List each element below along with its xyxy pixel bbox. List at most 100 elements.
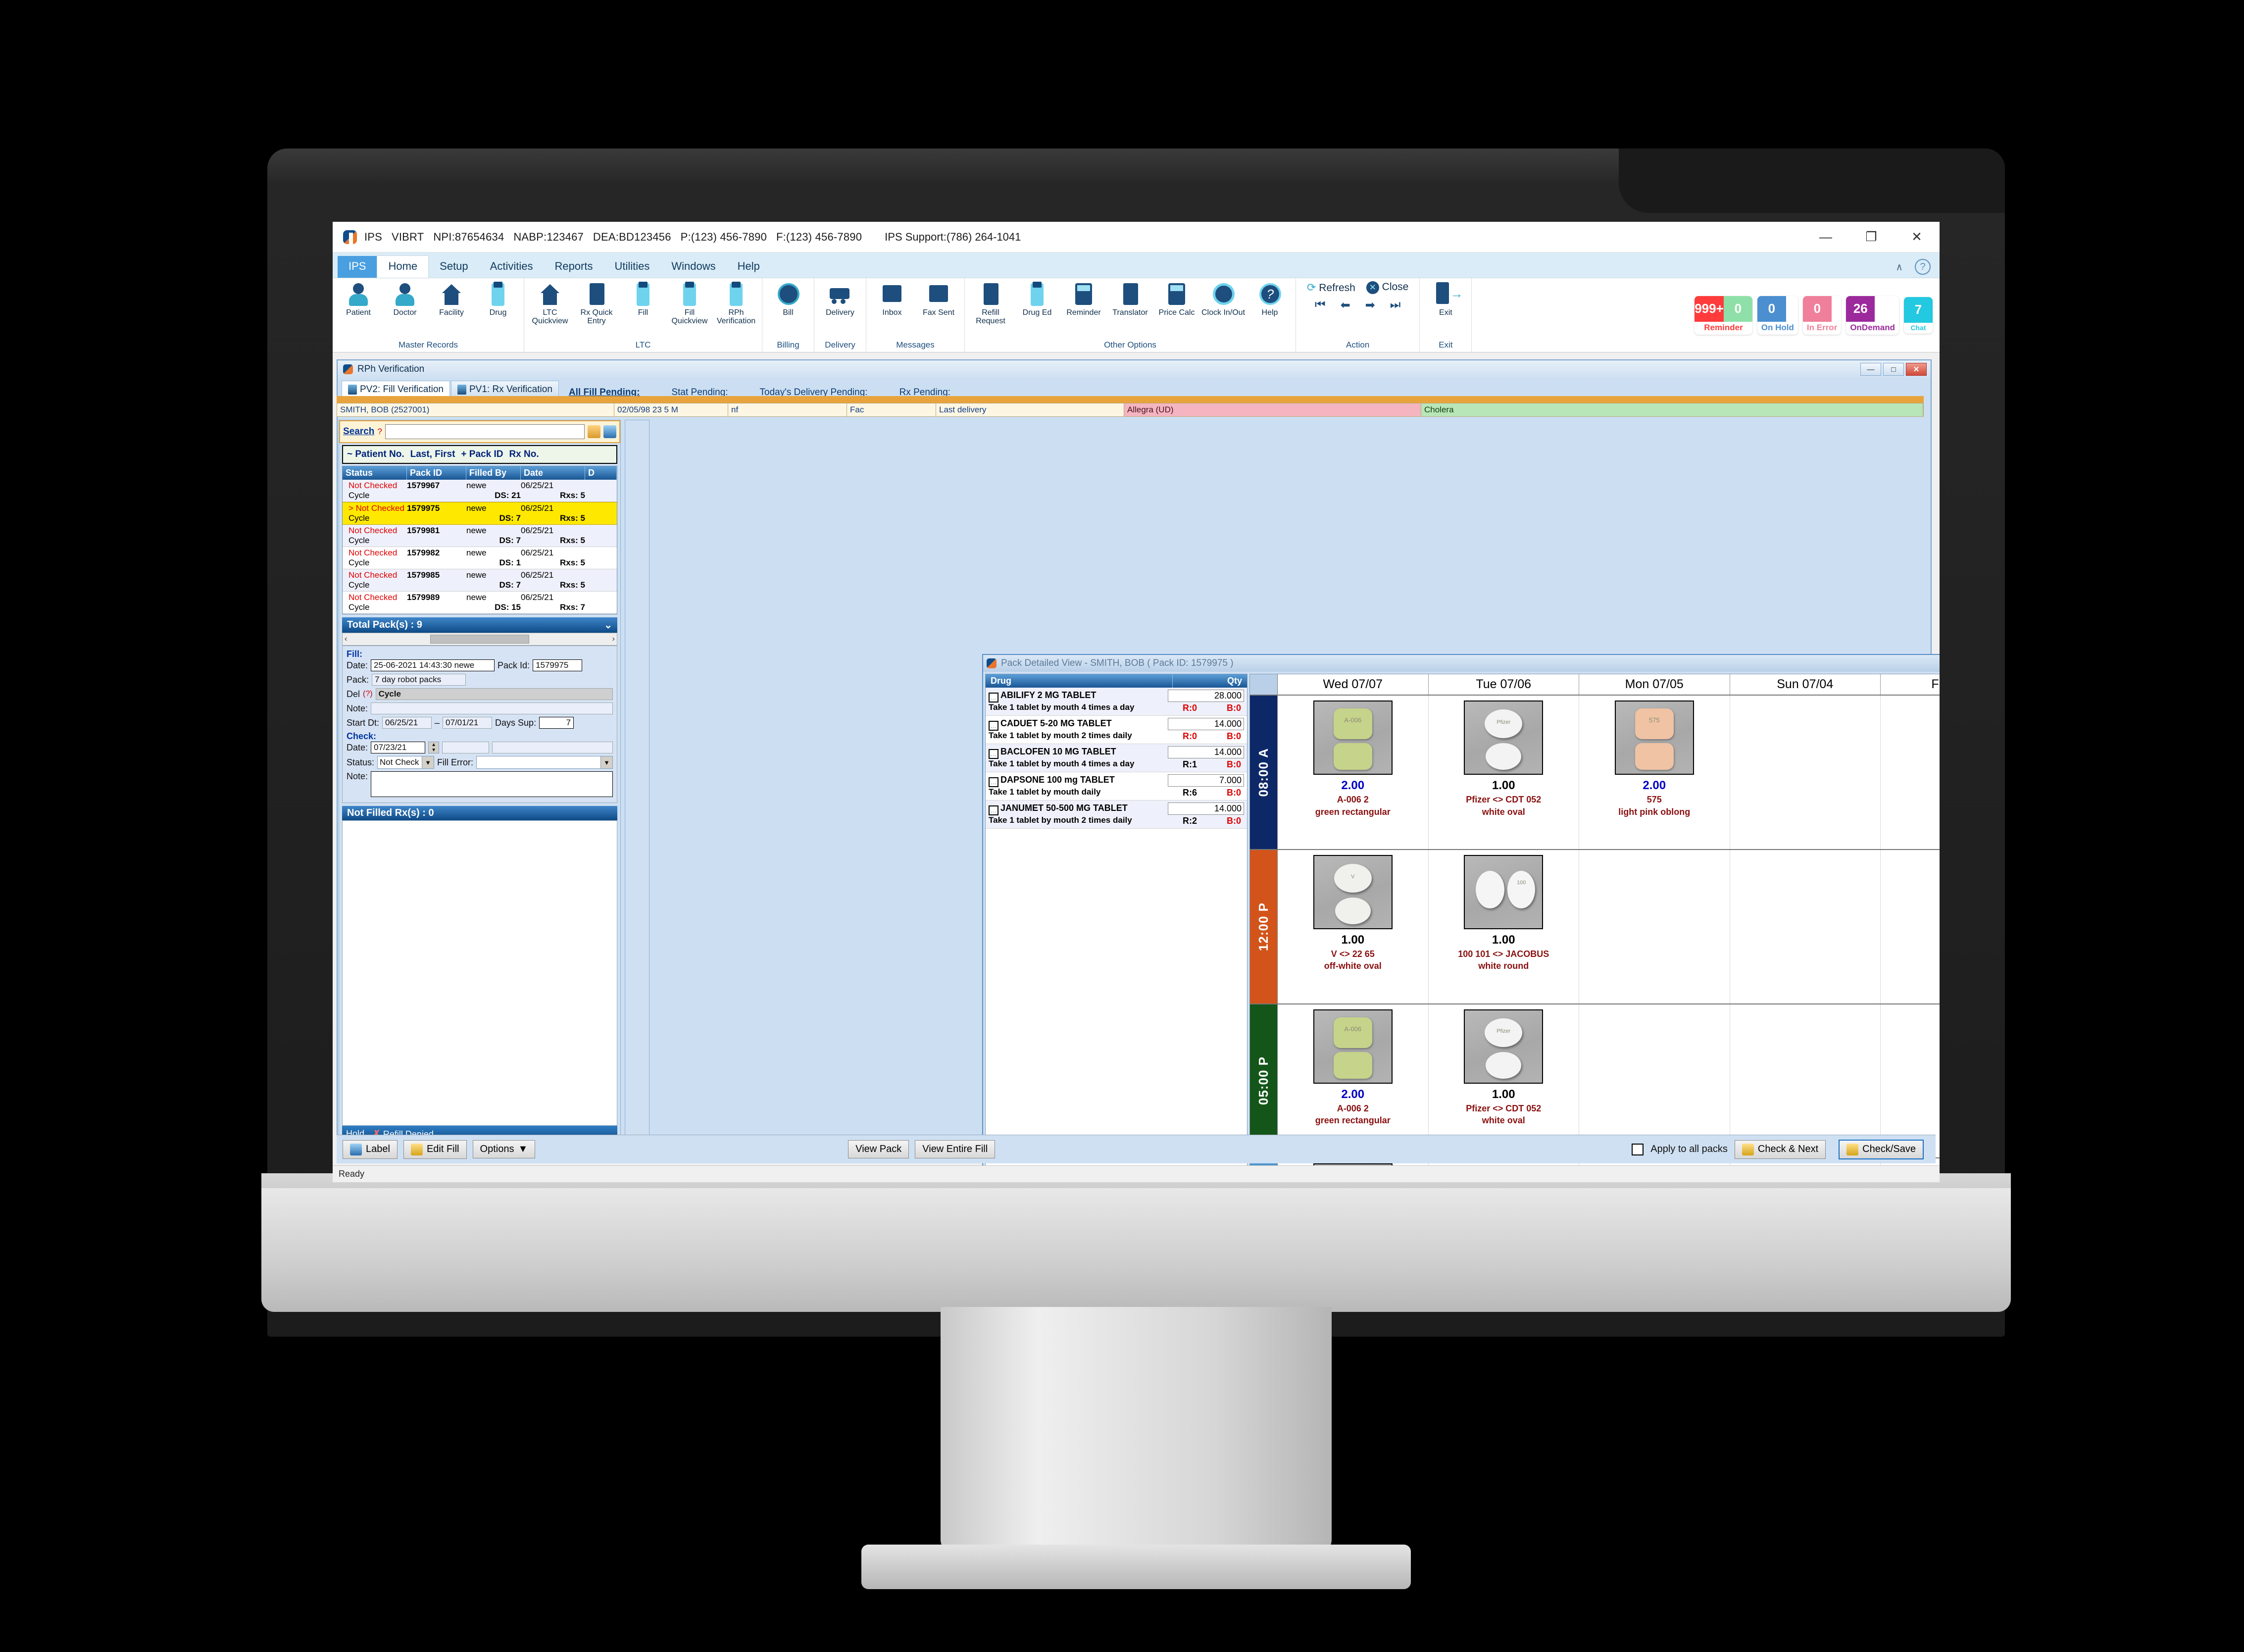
ribbon-help-icon[interactable]: ? (1915, 259, 1931, 275)
drug-checkbox[interactable]: … (989, 805, 998, 815)
drug-list-item[interactable]: … BACLOFEN 10 MG TABLET Take 1 tablet by m… (986, 744, 1247, 772)
col-status[interactable]: Status (343, 466, 407, 480)
check-date-value[interactable]: 07/23/21 (371, 742, 426, 753)
table-row[interactable]: > Not Checked 1579975 newe 06/25/21 Cycle DS:… (343, 502, 617, 525)
nav-last-button[interactable]: ⏭ (1390, 298, 1401, 312)
fill-note-value[interactable] (371, 702, 613, 714)
counter-chat[interactable]: 7 Chat (1904, 297, 1933, 334)
drug-list-item[interactable]: … DAPSONE 100 mg TABLET Take 1 tablet by m… (986, 772, 1247, 801)
drug-checkbox[interactable]: … (989, 721, 998, 731)
drug-checkbox[interactable]: … (989, 777, 998, 787)
ribbon-button-patient[interactable]: Patient (336, 281, 381, 317)
ribbon-button-price-calc[interactable]: Price Calc (1154, 281, 1199, 317)
ribbon-button-exit[interactable]: Exit (1423, 281, 1468, 317)
drug-checkbox[interactable]: … (989, 749, 998, 759)
label-button[interactable]: Label (343, 1140, 398, 1159)
ribbon-button-facility[interactable]: Facility (429, 281, 474, 317)
tab-pv1-rx-verification[interactable]: PV1: Rx Verification (450, 381, 559, 398)
ribbon-button-ltc-quickview[interactable]: LTC Quickview (527, 281, 573, 326)
check-save-button[interactable]: Check/Save (1839, 1139, 1924, 1159)
drug-list-item[interactable]: … ABILIFY 2 MG TABLET Take 1 tablet by mou… (986, 688, 1247, 716)
col-date[interactable]: Date (521, 466, 585, 480)
scroll-thumb[interactable] (430, 635, 529, 644)
drug-qty[interactable]: 7.000 (1168, 774, 1244, 787)
nav-first-button[interactable]: ⏮ (1315, 298, 1326, 312)
rph-close-button[interactable]: ✕ (1906, 363, 1927, 376)
view-entire-fill-button[interactable]: View Entire Fill (915, 1140, 996, 1158)
menu-tab-windows[interactable]: Windows (660, 256, 726, 278)
drug-checkbox[interactable]: … (989, 693, 998, 702)
schedule-cell[interactable]: 575 2.00 575 light pink oblong (1579, 696, 1730, 849)
ribbon-button-translator[interactable]: Translator (1107, 281, 1153, 317)
menu-tab-activities[interactable]: Activities (479, 256, 544, 278)
nav-next-button[interactable]: ➡ (1365, 298, 1375, 312)
ribbon-button-drug-ed[interactable]: Drug Ed (1014, 281, 1060, 317)
ribbon-button-rph-verification[interactable]: RPh Verification (713, 281, 759, 326)
ribbon-button-drug[interactable]: Drug (475, 281, 521, 317)
rph-maximize-button[interactable]: □ (1883, 363, 1904, 376)
window-close-button[interactable]: ✕ (1894, 222, 1940, 252)
tab-pv2-fill-verification[interactable]: PV2: Fill Verification (342, 381, 450, 398)
collapse-chevron-icon[interactable]: ⌄ (604, 619, 612, 631)
menu-tab-help[interactable]: Help (727, 256, 771, 278)
ribbon-button-fax-sent[interactable]: Fax Sent (916, 281, 961, 317)
ribbon-button-doctor[interactable]: Doctor (382, 281, 428, 317)
table-row[interactable]: Not Checked 1579985 newe 06/25/21 Cycle DS: 7… (343, 569, 617, 592)
menu-tab-ips[interactable]: IPS (338, 256, 377, 278)
ribbon-collapse-icon[interactable]: ∧ (1895, 261, 1903, 273)
schedule-cell[interactable]: Pfizer 1.00 Pfizer <> CDT 052 white oval (1429, 696, 1579, 849)
schedule-cell[interactable]: V 1.00 V <> 22 65 off-white oval (1278, 850, 1429, 1003)
table-row[interactable]: Not Checked 1579981 newe 06/25/21 Cycle DS: 7… (343, 525, 617, 547)
table-row[interactable]: Not Checked 1579982 newe 06/25/21 Cycle DS: 1… (343, 547, 617, 569)
sort-option-pack-id[interactable]: + Pack ID (461, 449, 503, 460)
ribbon-button-help[interactable]: ? Help (1247, 281, 1293, 317)
collapsed-rx-panel[interactable] (625, 420, 649, 1146)
check-note-value[interactable] (371, 771, 613, 797)
nav-prev-button[interactable]: ⬅ (1341, 298, 1350, 312)
check-and-next-button[interactable]: Check & Next (1734, 1140, 1826, 1159)
schedule-cell[interactable]: A-006 2.00 A-006 2 green rectangular (1278, 696, 1429, 849)
drug-qty[interactable]: 14.000 (1168, 802, 1244, 815)
sort-option-last-first[interactable]: Last, First (410, 449, 455, 460)
view-pack-button[interactable]: View Pack (848, 1140, 909, 1158)
counter-ondemand[interactable]: 26 OnDemand (1846, 296, 1899, 335)
apply-to-all-packs-checkbox[interactable] (1632, 1143, 1644, 1155)
edit-fill-button[interactable]: Edit Fill (403, 1140, 467, 1159)
rx-lookup-icon[interactable] (603, 425, 616, 438)
options-button[interactable]: Options ▼ (472, 1140, 536, 1158)
rph-minimize-button[interactable]: — (1860, 363, 1881, 376)
menu-tab-utilities[interactable]: Utilities (604, 256, 661, 278)
menu-tab-setup[interactable]: Setup (429, 256, 479, 278)
counter-in-error[interactable]: 0 In Error (1802, 296, 1842, 335)
ribbon-button-fill[interactable]: Fill (620, 281, 666, 317)
menu-tab-reports[interactable]: Reports (544, 256, 603, 278)
day-column-2[interactable]: Mon 07/05 (1579, 674, 1730, 695)
counter-reminder[interactable]: 999+ 0 Reminder (1695, 296, 1752, 335)
counter-on-hold[interactable]: 0 On Hold (1757, 296, 1798, 335)
sort-option-patient-no[interactable]: ~ Patient No. (347, 449, 404, 460)
ribbon-button-rx-quick-entry[interactable]: Rx Quick Entry (574, 281, 619, 326)
check-status-dropdown[interactable]: Not Check ▼ (377, 756, 435, 769)
fill-end-date[interactable]: 07/01/21 (443, 717, 493, 729)
col-filled-by[interactable]: Filled By (466, 466, 521, 480)
drug-list-item[interactable]: … JANUMET 50-500 MG TABLET Take 1 tablet b… (986, 801, 1247, 829)
drug-list-item[interactable]: … CADUET 5-20 MG TABLET Take 1 tablet by m… (986, 716, 1247, 744)
ribbon-button-clock-in-out[interactable]: Clock In/Out (1200, 281, 1246, 317)
schedule-cell[interactable]: 100 1.00 100 101 <> JACOBUS white round (1429, 850, 1579, 1003)
check-date-spinner[interactable]: ▲ ▼ (428, 742, 440, 753)
ribbon-button-bill[interactable]: Bill (765, 281, 811, 317)
drug-qty[interactable]: 14.000 (1168, 746, 1244, 758)
check-extra-field-2[interactable] (492, 742, 613, 753)
pack-hscrollbar[interactable]: ‹ › (342, 633, 617, 646)
scroll-right-icon[interactable]: › (612, 635, 615, 644)
table-row[interactable]: Not Checked 1579989 newe 06/25/21 Cycle DS: 1… (343, 592, 617, 614)
day-column-4[interactable]: Fri 07/02 (1881, 674, 1940, 695)
close-button[interactable]: ✕ Close (1366, 281, 1408, 294)
scroll-left-icon[interactable]: ‹ (345, 635, 347, 644)
ribbon-button-delivery[interactable]: Delivery (817, 281, 863, 317)
fill-start-date[interactable]: 06/25/21 (382, 717, 432, 729)
col-qty[interactable]: Qty (1173, 674, 1247, 688)
col-pack-id[interactable]: Pack ID (407, 466, 466, 480)
col-drug[interactable]: Drug (986, 674, 1173, 688)
search-input[interactable] (385, 424, 585, 439)
